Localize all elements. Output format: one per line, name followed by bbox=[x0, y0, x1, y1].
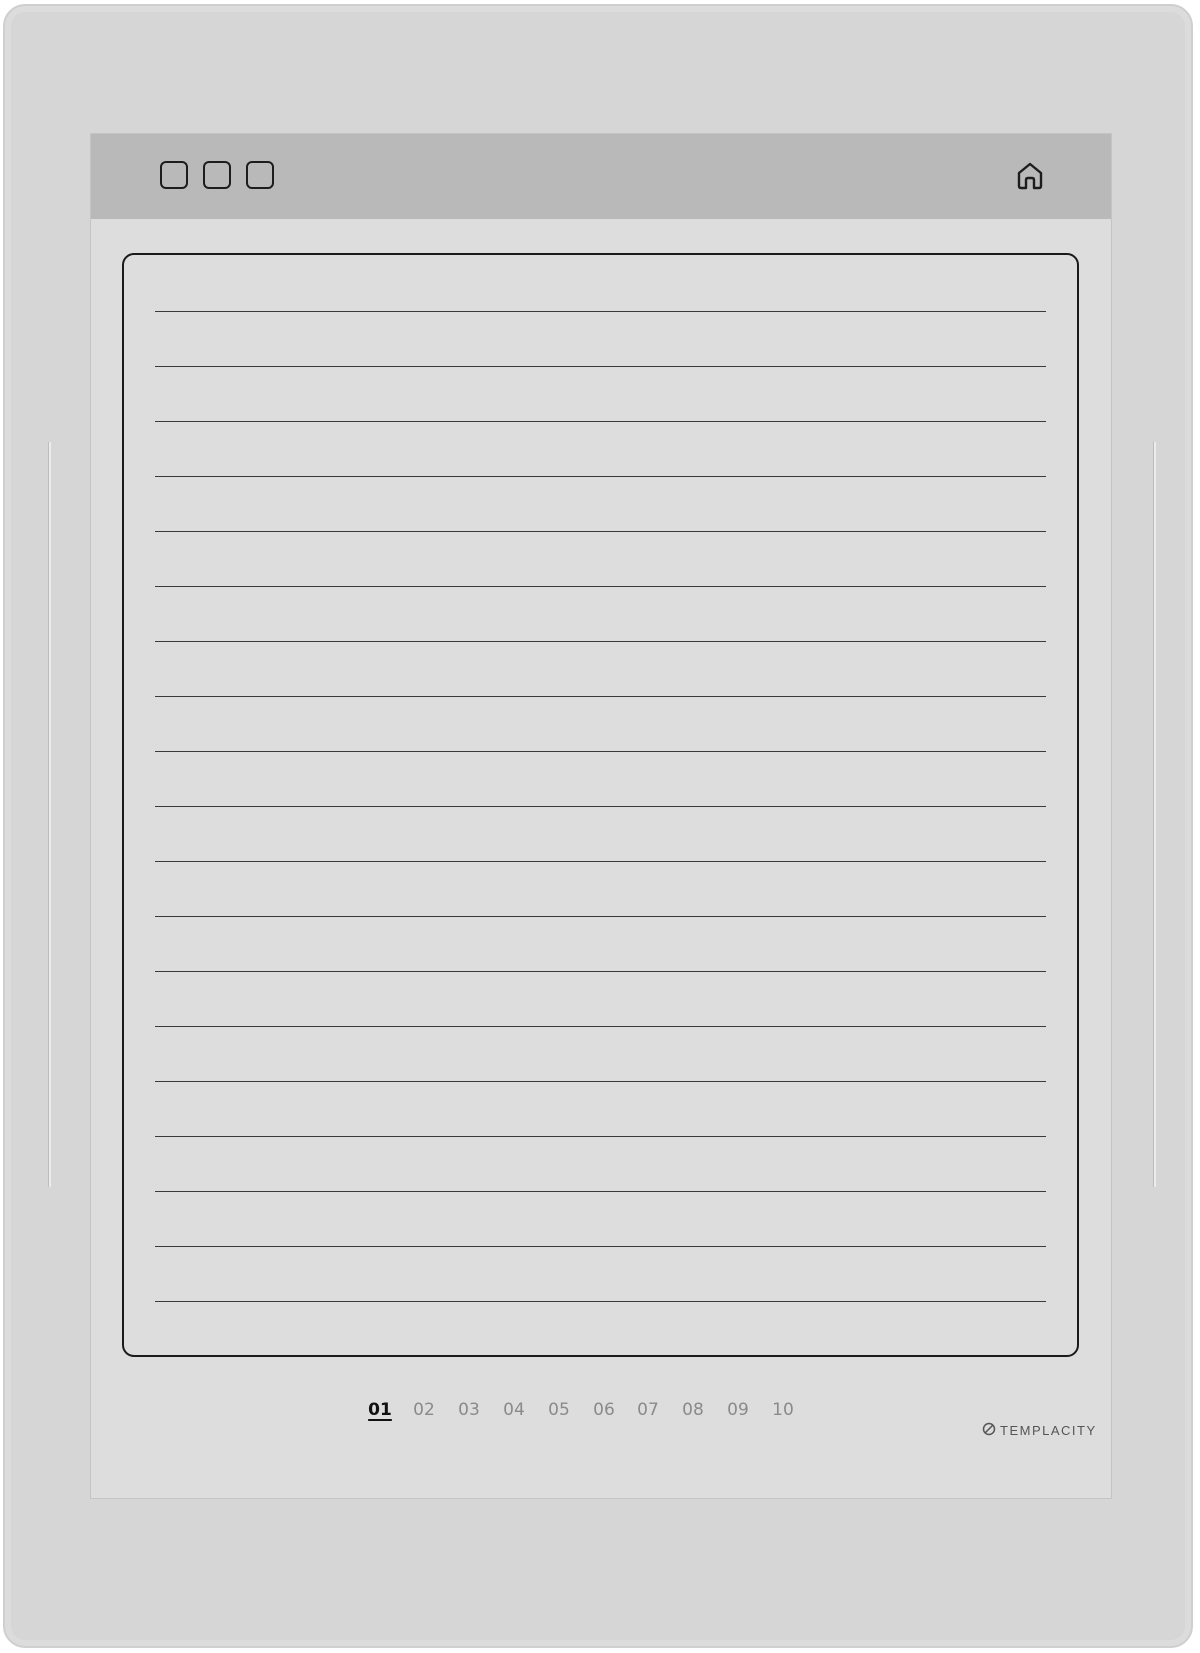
page-tabs: 01 02 03 04 05 06 07 08 09 10 bbox=[91, 1400, 1111, 1428]
ruled-line bbox=[155, 1081, 1046, 1082]
ruled-line bbox=[155, 1191, 1046, 1192]
page-tab-09[interactable]: 09 bbox=[718, 1400, 758, 1420]
device-screen: 01 02 03 04 05 06 07 08 09 10 TEMPLACITY bbox=[90, 133, 1112, 1499]
ruled-line bbox=[155, 861, 1046, 862]
ruled-line bbox=[155, 421, 1046, 422]
brand-name: TEMPLACITY bbox=[1000, 1422, 1097, 1438]
ruled-line bbox=[155, 366, 1046, 367]
ruled-line bbox=[155, 586, 1046, 587]
ruled-line bbox=[155, 641, 1046, 642]
brand-mark: TEMPLACITY bbox=[982, 1420, 1097, 1440]
toolbar-square-button-3[interactable] bbox=[246, 161, 274, 189]
toolbar-square-button-1[interactable] bbox=[160, 161, 188, 189]
ruled-line bbox=[155, 476, 1046, 477]
ruled-line bbox=[155, 1026, 1046, 1027]
templacity-logo-icon bbox=[982, 1421, 996, 1440]
ruled-line bbox=[155, 1246, 1046, 1247]
ruled-line bbox=[155, 751, 1046, 752]
page-tab-10[interactable]: 10 bbox=[763, 1400, 803, 1420]
top-navigation-bar bbox=[91, 134, 1111, 219]
toolbar-square-button-2[interactable] bbox=[203, 161, 231, 189]
ruled-line bbox=[155, 916, 1046, 917]
left-side-groove bbox=[48, 442, 51, 1187]
page-tab-08[interactable]: 08 bbox=[673, 1400, 713, 1420]
ruled-line bbox=[155, 1136, 1046, 1137]
right-side-groove bbox=[1153, 442, 1156, 1187]
note-page-frame[interactable] bbox=[122, 253, 1079, 1357]
ruled-line bbox=[155, 696, 1046, 697]
ruled-line bbox=[155, 971, 1046, 972]
page-tab-05[interactable]: 05 bbox=[539, 1400, 579, 1420]
page-tab-02[interactable]: 02 bbox=[404, 1400, 444, 1420]
page-tab-04[interactable]: 04 bbox=[494, 1400, 534, 1420]
page-tab-06[interactable]: 06 bbox=[584, 1400, 624, 1420]
ruled-line bbox=[155, 311, 1046, 312]
ruled-line bbox=[155, 1301, 1046, 1302]
page-tab-03[interactable]: 03 bbox=[449, 1400, 489, 1420]
ruled-line bbox=[155, 531, 1046, 532]
ruled-line bbox=[155, 806, 1046, 807]
page-tab-01[interactable]: 01 bbox=[360, 1400, 400, 1420]
page-tab-07[interactable]: 07 bbox=[628, 1400, 668, 1420]
home-icon[interactable] bbox=[1013, 158, 1047, 192]
